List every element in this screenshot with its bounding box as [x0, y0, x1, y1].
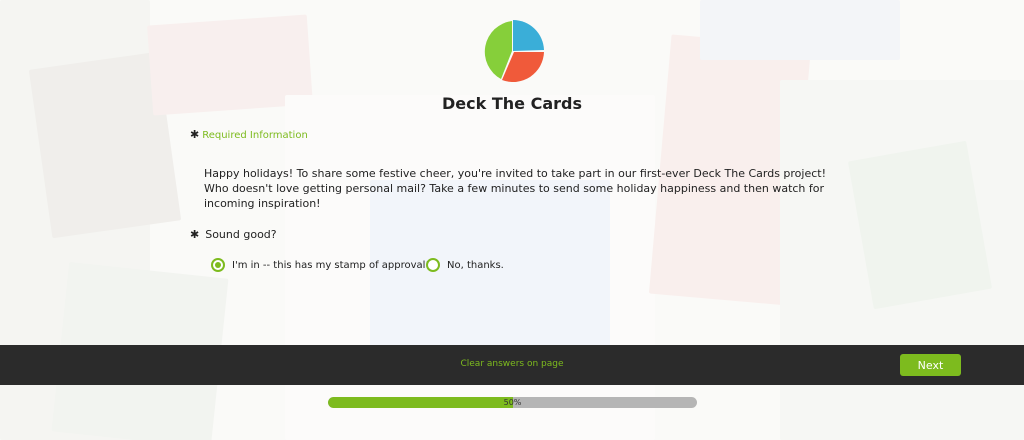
survey-title: Deck The Cards: [442, 94, 582, 113]
option-label: No, thanks.: [447, 259, 504, 271]
pie-logo-icon: [484, 20, 544, 82]
required-label: Required Information: [202, 130, 308, 141]
option-im-in[interactable]: I'm in -- this has my stamp of approval!: [211, 258, 429, 272]
intro-text: Happy holidays! To share some festive ch…: [204, 167, 827, 210]
progress-bar: 50%: [328, 397, 697, 408]
next-button[interactable]: Next: [900, 354, 961, 376]
option-no-thanks[interactable]: No, thanks.: [426, 258, 504, 272]
question-sound-good: ✱ Sound good?: [190, 228, 277, 241]
footer-bar: Clear answers on page Next: [0, 345, 1024, 385]
radio-selected-icon[interactable]: [211, 258, 225, 272]
asterisk-icon: ✱: [190, 128, 200, 141]
required-information-note: ✱ Required Information: [190, 128, 308, 141]
question-label: Sound good?: [205, 228, 277, 241]
clear-answers-link[interactable]: Clear answers on page: [0, 359, 1024, 369]
radio-empty-icon[interactable]: [426, 258, 440, 272]
progress-label: 50%: [503, 398, 522, 407]
option-label: I'm in -- this has my stamp of approval!: [232, 259, 430, 271]
asterisk-icon: ✱: [190, 228, 200, 241]
